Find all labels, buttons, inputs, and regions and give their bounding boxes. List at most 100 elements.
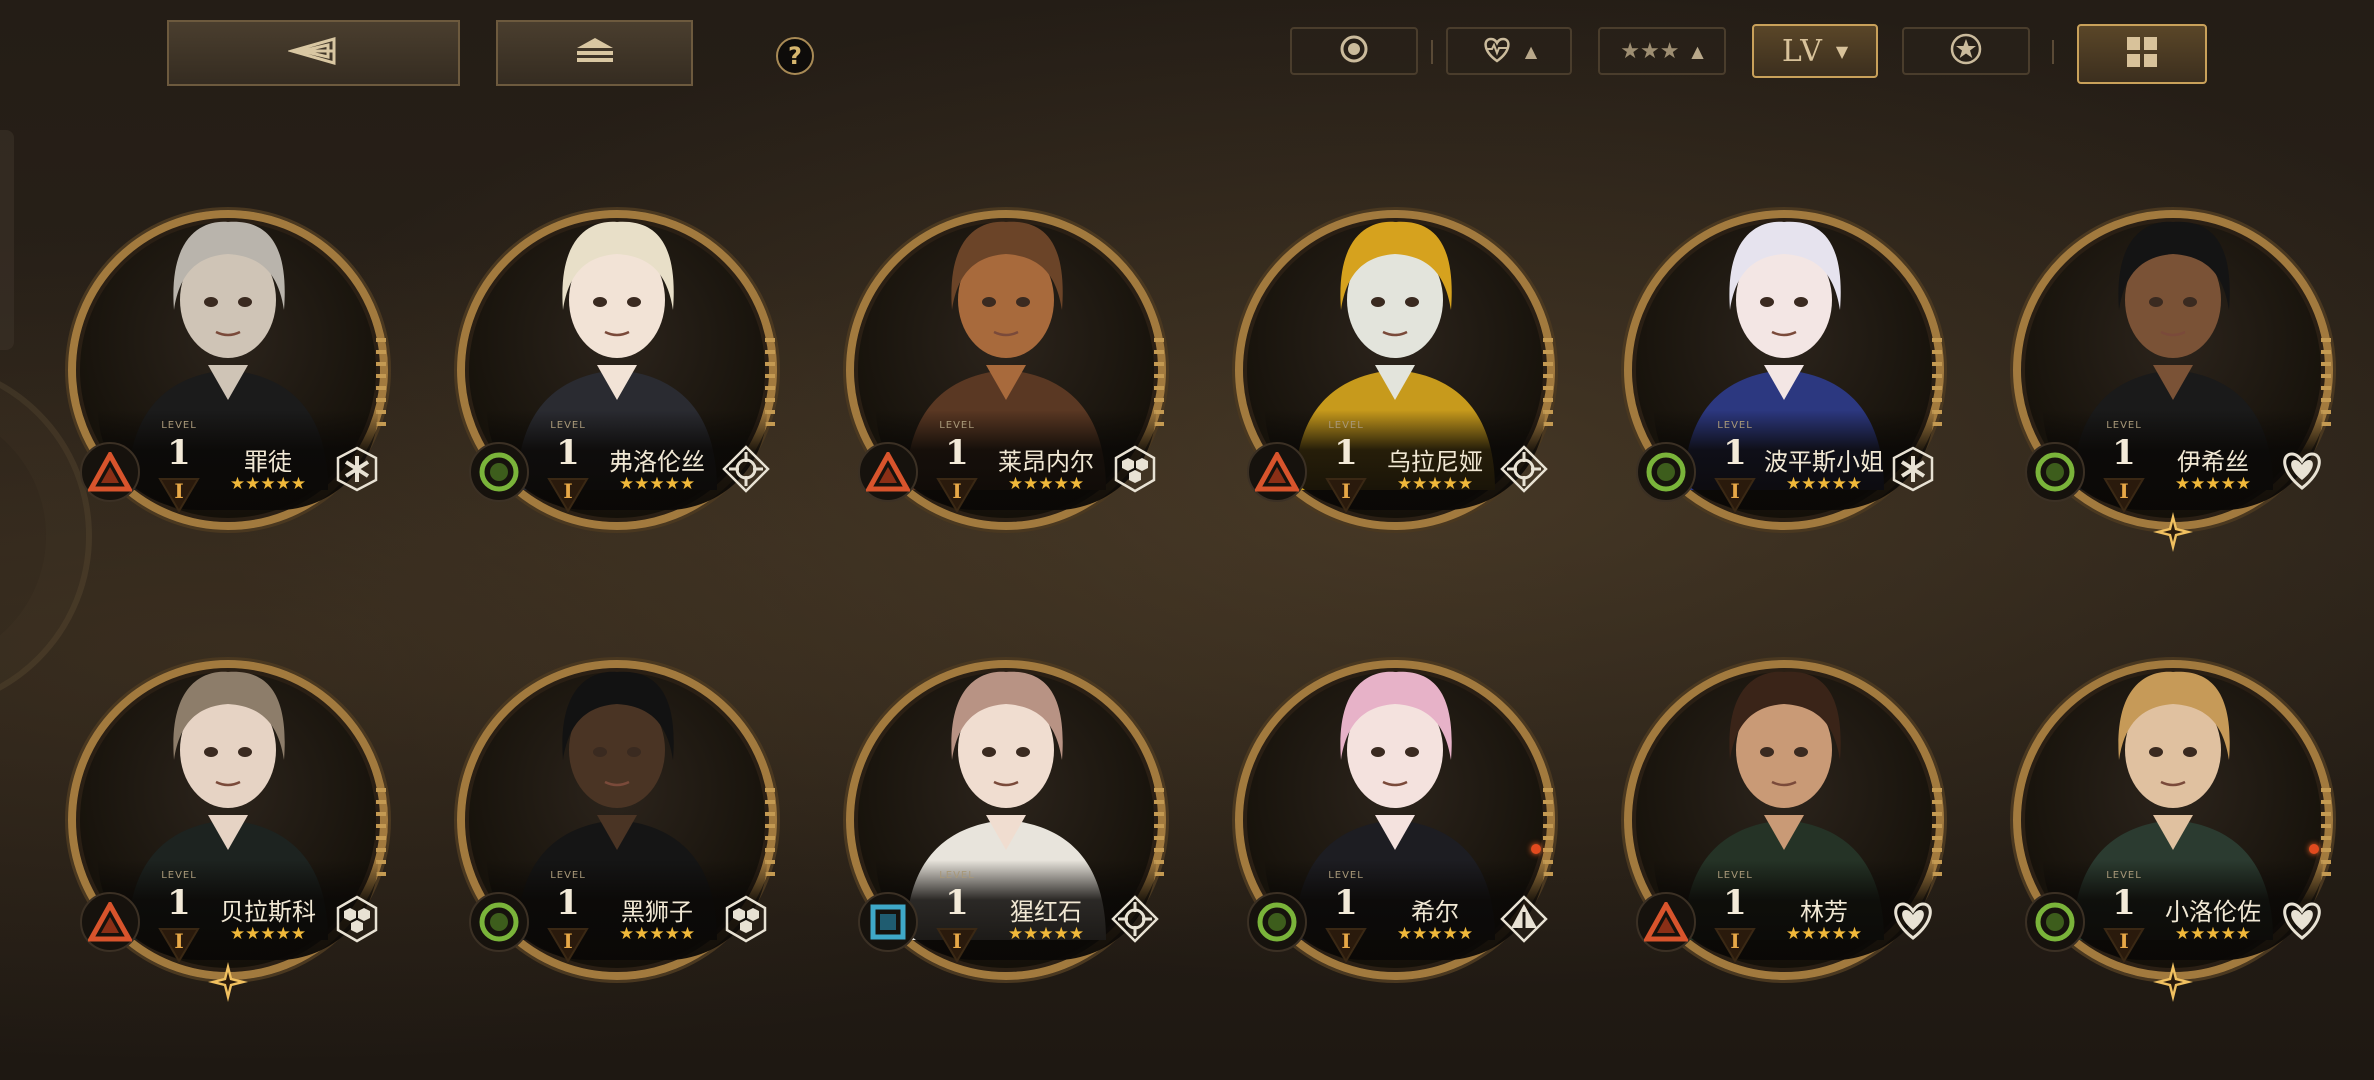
affection-sort-button[interactable]: ▲: [1446, 27, 1572, 75]
character-card[interactable]: LEVEL 1 I 乌拉尼娅 ★★★★★: [1225, 150, 1565, 540]
rank-value: I: [174, 479, 184, 503]
level-value: 1: [556, 883, 580, 923]
level-value: 1: [1334, 433, 1358, 473]
level-value: 1: [1723, 883, 1747, 923]
level-caption: LEVEL: [939, 420, 975, 431]
rarity-filter-button[interactable]: [1290, 27, 1418, 75]
level-caption: LEVEL: [2106, 420, 2142, 431]
rank-badge: I: [158, 927, 200, 963]
attribute-square-icon: [858, 892, 918, 952]
rank-value: I: [952, 479, 962, 503]
level-caption: LEVEL: [550, 420, 586, 431]
sort-asc-indicator-icon: ▲: [1524, 41, 1538, 61]
character-name: 伊希丝: [2177, 448, 2249, 476]
character-name: 罪徒: [244, 448, 292, 476]
hex-cluster-icon: [330, 892, 384, 946]
rank-value: I: [563, 479, 573, 503]
home-stack-icon: [573, 36, 617, 70]
character-name: 乌拉尼娅: [1387, 448, 1483, 476]
rank-badge: I: [2103, 477, 2145, 513]
grid-view-toggle[interactable]: [2077, 24, 2207, 84]
character-name: 黑狮子: [621, 898, 693, 926]
character-card[interactable]: LEVEL 1 I 波平斯小姐 ★★★★★: [1614, 150, 1954, 540]
level-caption: LEVEL: [1328, 420, 1364, 431]
attribute-circle-icon: [2025, 442, 2085, 502]
rank-value: I: [1730, 479, 1740, 503]
stars-sort-button[interactable]: ★★★ ▲: [1598, 27, 1726, 75]
star-rating: ★★★★★: [229, 474, 307, 494]
character-card[interactable]: LEVEL 1 I 猩红石 ★★★★★: [836, 600, 1176, 990]
favorite-filter-button[interactable]: [1902, 27, 2030, 75]
star-rating: ★★★★★: [1007, 474, 1085, 494]
rank-badge: I: [1325, 477, 1367, 513]
heart-icon: [2275, 892, 2329, 946]
star-rating: ★★★★★: [229, 924, 307, 944]
level-caption: LEVEL: [1328, 870, 1364, 881]
circle-dot-icon: [1339, 34, 1369, 68]
notification-dot: [2309, 844, 2319, 854]
character-card[interactable]: LEVEL 1 I 弗洛伦丝 ★★★★★: [447, 150, 787, 540]
level-value: 1: [167, 883, 191, 923]
star-rating: ★★★★★: [1785, 474, 1863, 494]
rank-value: I: [952, 929, 962, 953]
attribute-triangle-icon: [80, 442, 140, 502]
character-card[interactable]: LEVEL 1 I 黑狮子 ★★★★★: [447, 600, 787, 990]
level-caption: LEVEL: [939, 870, 975, 881]
crosshair-icon: [1108, 892, 1162, 946]
sparkle-indicator-icon: [2153, 512, 2193, 552]
attribute-circle-icon: [1247, 892, 1307, 952]
help-button[interactable]: ?: [776, 37, 814, 75]
star-rating: ★★★★★: [1396, 474, 1474, 494]
grid-view-icon: [2125, 35, 2159, 73]
level-caption: LEVEL: [161, 870, 197, 881]
character-name: 林芳: [1800, 898, 1848, 926]
level-value: 1: [1723, 433, 1747, 473]
back-arrow-icon: [286, 36, 340, 70]
character-card[interactable]: LEVEL 1 I 伊希丝 ★★★★★: [2003, 150, 2343, 552]
notification-dot: [1531, 844, 1541, 854]
character-roster-screen: { "toolbar": { "back_icon": "back-arrow-…: [0, 0, 2374, 1080]
rank-value: I: [1730, 929, 1740, 953]
rank-badge: I: [158, 477, 200, 513]
level-value: 1: [1334, 883, 1358, 923]
hex-cluster-icon: [719, 892, 773, 946]
snowflake-icon: [1886, 442, 1940, 496]
star-rating: ★★★★★: [1785, 924, 1863, 944]
three-stars-icon: ★★★: [1620, 38, 1680, 64]
character-card[interactable]: LEVEL 1 I 贝拉斯科 ★★★★★: [58, 600, 398, 1002]
star-rating: ★★★★★: [2174, 924, 2252, 944]
crosshair-icon: [1497, 442, 1551, 496]
heart-icon: [1886, 892, 1940, 946]
sort-asc-indicator-icon: ▲: [1691, 41, 1704, 61]
character-card[interactable]: LEVEL 1 I 小洛伦佐 ★★★★★: [2003, 600, 2343, 1002]
crosshair-icon: [719, 442, 773, 496]
level-caption: LEVEL: [161, 420, 197, 431]
sort-desc-indicator-icon: ▼: [1835, 41, 1849, 61]
star-rating: ★★★★★: [2174, 474, 2252, 494]
level-sort-button[interactable]: LV ▼: [1752, 24, 1878, 78]
character-card[interactable]: LEVEL 1 I 莱昂内尔 ★★★★★: [836, 150, 1176, 540]
star-rating: ★★★★★: [618, 924, 696, 944]
level-value: 1: [2112, 433, 2136, 473]
level-caption: LEVEL: [1717, 870, 1753, 881]
level-caption: LEVEL: [2106, 870, 2142, 881]
rank-badge: I: [1714, 927, 1756, 963]
rank-badge: I: [1325, 927, 1367, 963]
star-circle-icon: [1949, 32, 1983, 70]
rank-badge: I: [1714, 477, 1756, 513]
rank-value: I: [563, 929, 573, 953]
rank-badge: I: [547, 927, 589, 963]
level-value: 1: [556, 433, 580, 473]
rank-badge: I: [2103, 927, 2145, 963]
character-card[interactable]: LEVEL 1 I 林芳 ★★★★★: [1614, 600, 1954, 990]
side-drawer-handle[interactable]: [0, 130, 14, 350]
back-button[interactable]: [167, 20, 460, 86]
character-card[interactable]: LEVEL 1 I 罪徒 ★★★★★: [58, 150, 398, 540]
attribute-triangle-icon: [1636, 892, 1696, 952]
character-card[interactable]: LEVEL 1 I 希尔 ★★★★★: [1225, 600, 1565, 990]
sparkle-indicator-icon: [2153, 962, 2193, 1002]
home-button[interactable]: [496, 20, 693, 86]
attribute-triangle-icon: [1247, 442, 1307, 502]
attribute-triangle-icon: [80, 892, 140, 952]
attribute-circle-icon: [2025, 892, 2085, 952]
